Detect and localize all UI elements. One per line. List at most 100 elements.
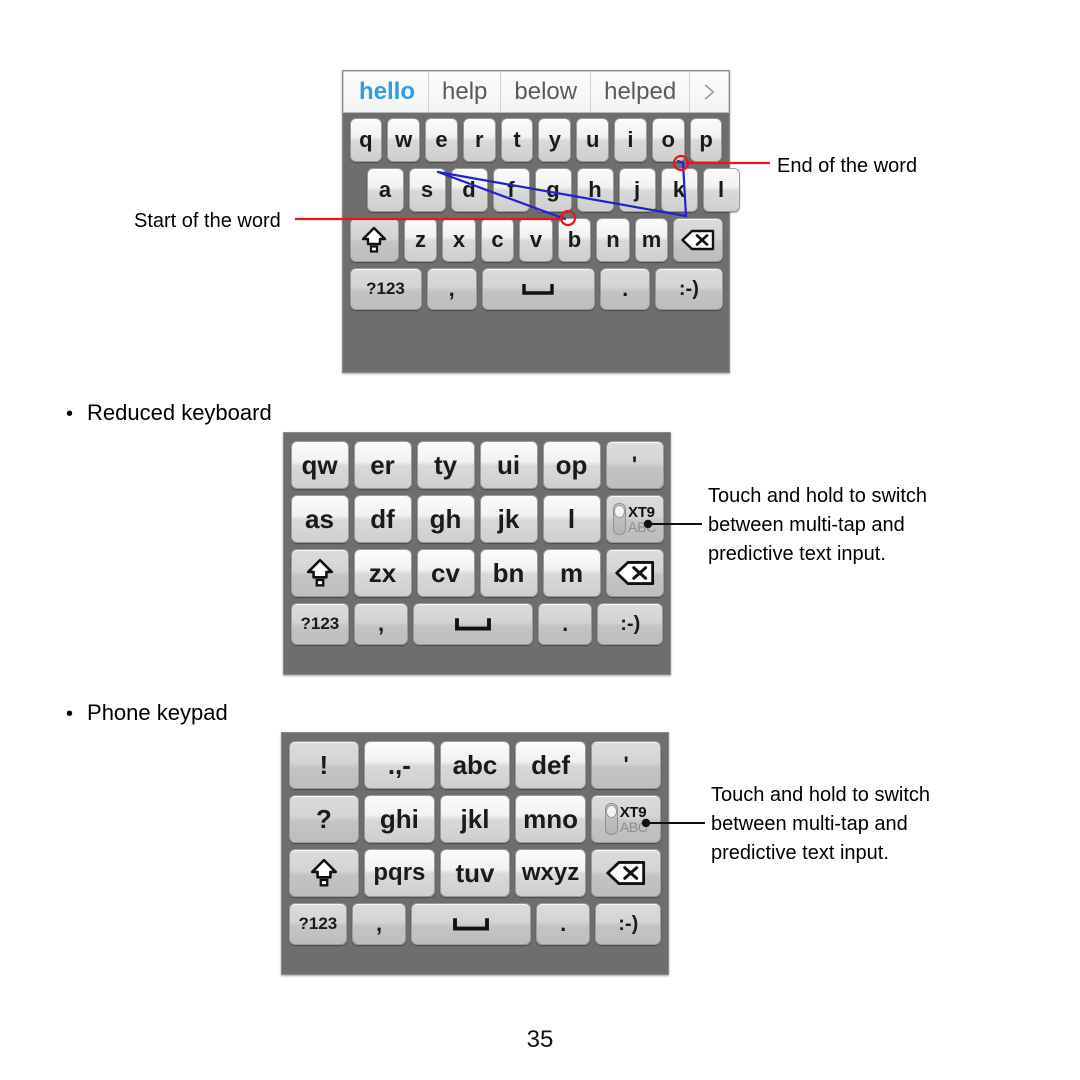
key-m[interactable]: m (542, 549, 601, 597)
key-z[interactable]: z (403, 218, 438, 262)
key-tuv[interactable]: tuv (439, 849, 511, 897)
key-y[interactable]: y (538, 118, 572, 162)
space-key[interactable] (412, 603, 534, 645)
key-d[interactable]: d (450, 168, 488, 212)
suggestion-below[interactable]: below (501, 72, 592, 112)
period-key[interactable]: . (599, 268, 651, 310)
xt9-label: XT9 (628, 503, 655, 521)
key-k[interactable]: k (660, 168, 698, 212)
reduced-row-2: as df gh jk l XT9 ABC (288, 492, 666, 546)
key-h[interactable]: h (576, 168, 614, 212)
xt9-toggle-key[interactable]: XT9 ABC (590, 795, 662, 843)
space-key[interactable] (481, 268, 595, 310)
key-s[interactable]: s (408, 168, 446, 212)
key-i[interactable]: i (614, 118, 647, 162)
phone-row-3: pqrs tuv wxyz (286, 846, 664, 900)
key-gh[interactable]: gh (416, 495, 475, 543)
bullet-phone-keypad: • Phone keypad (66, 700, 228, 726)
key-jk[interactable]: jk (479, 495, 538, 543)
reduced-row-1: qw er ty ui op ' (288, 438, 666, 492)
smiley-key[interactable]: :-) (597, 603, 664, 645)
key-x[interactable]: x (442, 218, 476, 262)
backspace-key[interactable] (605, 549, 664, 597)
bullet-icon: • (66, 703, 74, 725)
shift-key[interactable] (349, 218, 399, 262)
key-o[interactable]: o (651, 118, 685, 162)
key-u[interactable]: u (576, 118, 610, 162)
key-pqrs[interactable]: pqrs (364, 849, 435, 897)
key-punctuation[interactable]: .,- (364, 741, 435, 789)
xt9-toggle-key[interactable]: XT9 ABC (605, 495, 664, 543)
phone-row-1: ! .,- abc def ' (286, 738, 664, 792)
qwerty-row-4: ?123 , . :-) (347, 265, 725, 313)
key-ghi[interactable]: ghi (364, 795, 435, 843)
suggestion-helped[interactable]: helped (591, 72, 691, 112)
key-c[interactable]: c (480, 218, 515, 262)
key-l[interactable]: l (702, 168, 740, 212)
xt9-slider-icon (604, 803, 618, 835)
key-qw[interactable]: qw (290, 441, 349, 489)
key-bn[interactable]: bn (479, 549, 538, 597)
suggestion-hello[interactable]: hello (346, 72, 430, 112)
shift-key[interactable] (290, 549, 349, 597)
space-key[interactable] (410, 903, 532, 945)
backspace-key[interactable] (673, 218, 723, 262)
key-as[interactable]: as (290, 495, 349, 543)
bullet-reduced-keyboard: • Reduced keyboard (66, 400, 272, 426)
chevron-right-icon[interactable] (690, 82, 726, 102)
key-er[interactable]: er (353, 441, 412, 489)
suggestion-help[interactable]: help (429, 72, 502, 112)
symbols-key[interactable]: ?123 (349, 268, 422, 310)
key-f[interactable]: f (492, 168, 530, 212)
comma-key[interactable]: , (354, 603, 408, 645)
key-ui[interactable]: ui (479, 441, 538, 489)
key-a[interactable]: a (366, 168, 404, 212)
smiley-key[interactable]: :-) (655, 268, 723, 310)
key-ty[interactable]: ty (416, 441, 475, 489)
key-zx[interactable]: zx (353, 549, 412, 597)
symbols-key[interactable]: ?123 (288, 903, 348, 945)
key-t[interactable]: t (500, 118, 534, 162)
period-key[interactable]: . (538, 603, 593, 645)
period-key[interactable]: . (536, 903, 591, 945)
comma-key[interactable]: , (426, 268, 477, 310)
shift-key[interactable] (288, 849, 360, 897)
xt9-slider-icon (613, 503, 627, 535)
key-b[interactable]: b (557, 218, 592, 262)
apostrophe-key[interactable]: ' (605, 441, 664, 489)
apostrophe-key[interactable]: ' (590, 741, 662, 789)
abc-label: ABC (628, 518, 656, 535)
key-jkl[interactable]: jkl (439, 795, 511, 843)
key-df[interactable]: df (353, 495, 412, 543)
key-def[interactable]: def (515, 741, 586, 789)
key-mno[interactable]: mno (515, 795, 586, 843)
backspace-key-icon (681, 229, 715, 251)
key-m[interactable]: m (634, 218, 669, 262)
symbols-key[interactable]: ?123 (290, 603, 350, 645)
key-p[interactable]: p (689, 118, 723, 162)
key-q[interactable]: q (349, 118, 383, 162)
key-wxyz[interactable]: wxyz (515, 849, 586, 897)
space-bar-icon (453, 918, 490, 931)
backspace-key[interactable] (590, 849, 662, 897)
key-abc[interactable]: abc (439, 741, 511, 789)
smiley-key[interactable]: :-) (595, 903, 662, 945)
phone-keypad: ! .,- abc def ' ? ghi jkl mno XT9 ABC pq… (281, 732, 669, 975)
shift-key-icon (306, 558, 333, 587)
comma-key[interactable]: , (352, 903, 406, 945)
key-w[interactable]: w (387, 118, 421, 162)
key-cv[interactable]: cv (416, 549, 475, 597)
key-r[interactable]: r (462, 118, 496, 162)
key-v[interactable]: v (519, 218, 553, 262)
key-l[interactable]: l (542, 495, 601, 543)
qwerty-keyboard: hello help below helped q w e r t y u i … (342, 70, 740, 373)
key-question[interactable]: ? (288, 795, 360, 843)
key-n[interactable]: n (596, 218, 630, 262)
space-bar-icon (522, 284, 555, 295)
key-g[interactable]: g (534, 168, 572, 212)
qwerty-row-1: q w e r t y u i o p (347, 115, 725, 165)
key-exclamation[interactable]: ! (288, 741, 360, 789)
key-j[interactable]: j (618, 168, 656, 212)
key-op[interactable]: op (542, 441, 601, 489)
key-e[interactable]: e (425, 118, 458, 162)
